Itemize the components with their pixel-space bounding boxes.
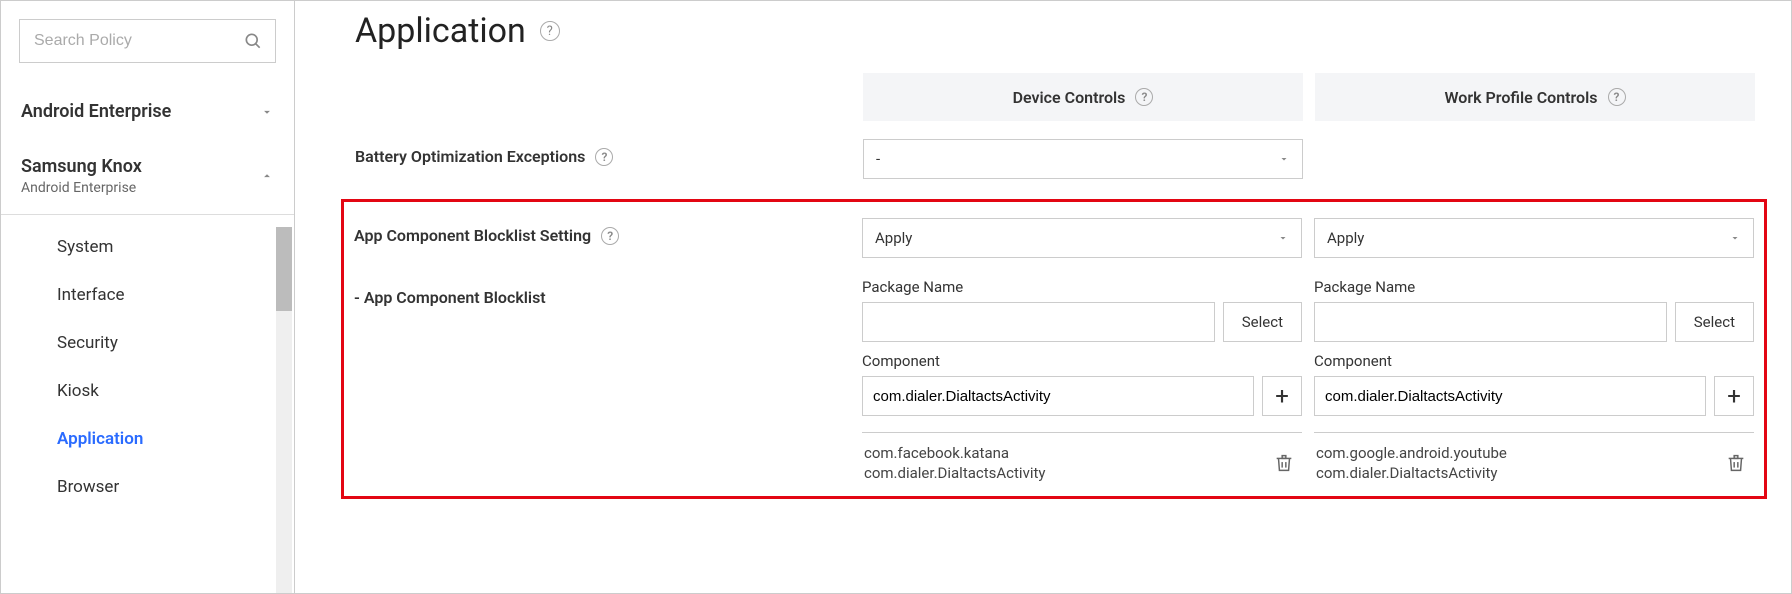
sidebar: Android Enterprise Samsung Knox Android …	[1, 1, 295, 593]
blocklist-entry-device: com.facebook.katana com.dialer.Dialtacts…	[862, 441, 1302, 486]
highlight-box: App Component Blocklist Setting ? Apply …	[341, 199, 1767, 499]
sidebar-item-system[interactable]: System	[19, 223, 294, 271]
field-label-package: Package Name	[1314, 278, 1754, 296]
column-header-work-label: Work Profile Controls	[1445, 88, 1598, 107]
package-input-device[interactable]	[862, 302, 1215, 342]
search-box[interactable]	[19, 19, 276, 63]
nav-section-samsung-knox[interactable]: Samsung Knox Android Enterprise	[19, 152, 276, 196]
sidebar-item-application[interactable]: Application	[19, 415, 294, 463]
select-package-button-device[interactable]: Select	[1223, 302, 1302, 342]
delete-entry-button-device[interactable]	[1266, 445, 1302, 481]
trash-icon	[1725, 452, 1747, 474]
list-line: com.google.android.youtube	[1316, 443, 1708, 463]
nav-group-subtitle: Android Enterprise	[21, 180, 142, 196]
search-icon	[243, 31, 263, 51]
chevron-down-icon	[260, 105, 274, 119]
help-icon[interactable]: ?	[601, 227, 619, 245]
column-header-device: Device Controls ?	[863, 73, 1303, 121]
field-label-component: Component	[1314, 352, 1754, 370]
field-label-component: Component	[862, 352, 1302, 370]
help-icon[interactable]: ?	[1135, 88, 1153, 106]
sidebar-item-kiosk[interactable]: Kiosk	[19, 367, 294, 415]
field-label-package: Package Name	[862, 278, 1302, 296]
setting-label-battery: Battery Optimization Exceptions ?	[355, 139, 851, 166]
column-header-work: Work Profile Controls ?	[1315, 73, 1755, 121]
select-blocklist-work[interactable]: Apply	[1314, 218, 1754, 258]
nav-items: System Interface Security Kiosk Applicat…	[19, 223, 294, 593]
sidebar-item-interface[interactable]: Interface	[19, 271, 294, 319]
blocklist-entry-work: com.google.android.youtube com.dialer.Di…	[1314, 441, 1754, 486]
nav-group-title: Samsung Knox	[21, 156, 142, 178]
chevron-up-icon	[260, 169, 274, 183]
add-component-button-work[interactable]: +	[1714, 376, 1754, 416]
chevron-down-icon	[1278, 153, 1290, 165]
help-icon[interactable]: ?	[595, 148, 613, 166]
plus-icon: +	[1275, 384, 1289, 408]
select-battery-device[interactable]: -	[863, 139, 1303, 179]
column-header-device-label: Device Controls	[1013, 88, 1126, 107]
sidebar-item-browser[interactable]: Browser	[19, 463, 294, 511]
main: Application ? Device Controls ? Work Pro…	[295, 1, 1792, 593]
scrollbar-thumb[interactable]	[276, 227, 292, 311]
divider	[862, 432, 1302, 433]
list-line: com.facebook.katana	[864, 443, 1256, 463]
component-input-device[interactable]	[862, 376, 1254, 416]
delete-entry-button-work[interactable]	[1718, 445, 1754, 481]
help-icon[interactable]: ?	[540, 21, 560, 41]
package-input-work[interactable]	[1314, 302, 1667, 342]
add-component-button-device[interactable]: +	[1262, 376, 1302, 416]
list-line: com.dialer.DialtactsActivity	[1316, 463, 1708, 483]
help-icon[interactable]: ?	[1608, 88, 1626, 106]
page-title: Application	[355, 11, 526, 51]
nav-section-label: Android Enterprise	[21, 101, 171, 122]
plus-icon: +	[1727, 384, 1741, 408]
trash-icon	[1273, 452, 1295, 474]
list-line: com.dialer.DialtactsActivity	[864, 463, 1256, 483]
nav-section-android-enterprise[interactable]: Android Enterprise	[19, 91, 276, 132]
divider	[1, 214, 294, 215]
select-package-button-work[interactable]: Select	[1675, 302, 1754, 342]
setting-label-blocklist-setting: App Component Blocklist Setting ?	[354, 218, 850, 245]
select-blocklist-device[interactable]: Apply	[862, 218, 1302, 258]
divider	[1314, 432, 1754, 433]
sidebar-item-security[interactable]: Security	[19, 319, 294, 367]
chevron-down-icon	[1729, 232, 1741, 244]
search-input[interactable]	[32, 31, 243, 51]
component-input-work[interactable]	[1314, 376, 1706, 416]
setting-label-blocklist: - App Component Blocklist	[354, 278, 850, 307]
chevron-down-icon	[1277, 232, 1289, 244]
